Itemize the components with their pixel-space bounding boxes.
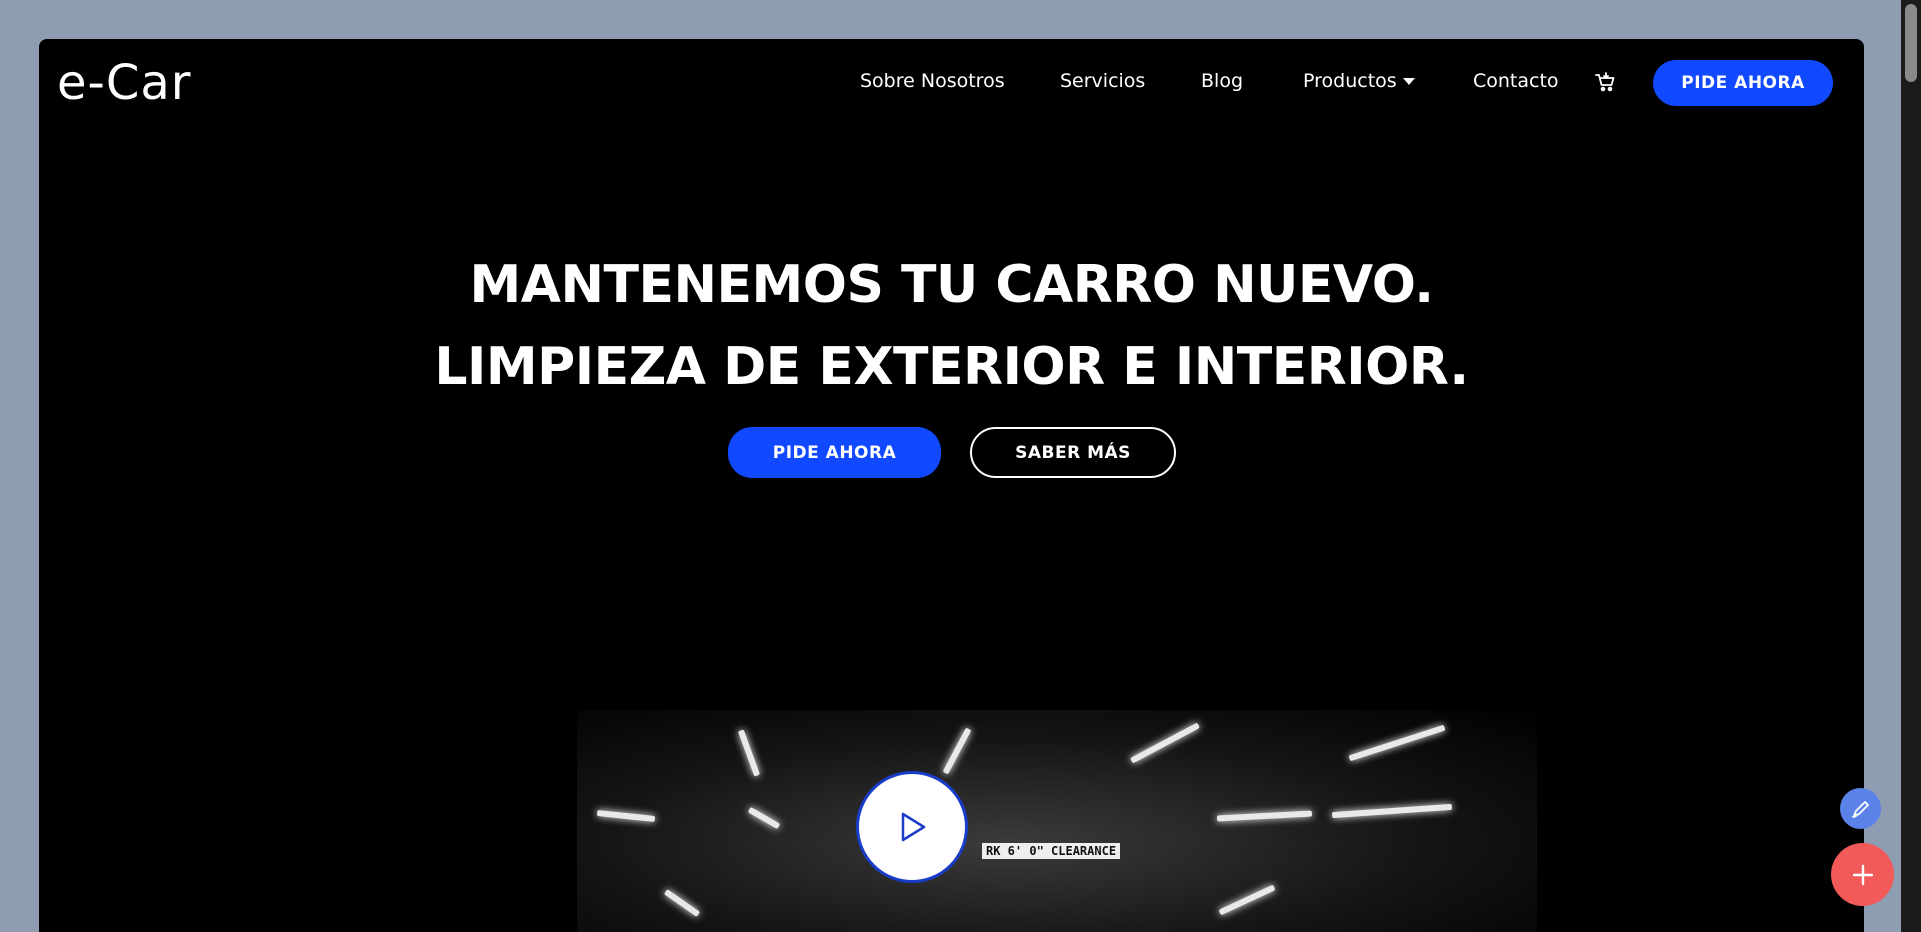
- edit-floating-button[interactable]: [1840, 788, 1881, 829]
- clearance-sign: RK 6' 0" CLEARANCE: [982, 843, 1121, 859]
- nav-link-productos[interactable]: Productos: [1303, 70, 1415, 92]
- scrollbar-thumb[interactable]: [1905, 4, 1917, 82]
- nav-link-blog[interactable]: Blog: [1201, 70, 1243, 92]
- nav-link-sobre-nosotros[interactable]: Sobre Nosotros: [860, 70, 1005, 92]
- play-icon: [901, 812, 926, 842]
- nav-link-servicios[interactable]: Servicios: [1060, 70, 1145, 92]
- site-logo[interactable]: e-Car: [57, 55, 192, 111]
- nav-order-now-button[interactable]: PIDE AHORA: [1653, 60, 1833, 106]
- page-scrollbar[interactable]: [1901, 0, 1921, 932]
- cart-icon[interactable]: [1594, 70, 1618, 94]
- hero-learn-more-button[interactable]: SABER MÁS: [970, 427, 1176, 478]
- ceiling-light: [1331, 803, 1453, 819]
- hero-order-now-button[interactable]: PIDE AHORA: [728, 427, 941, 478]
- chevron-down-icon: [1402, 78, 1415, 85]
- plus-icon: [1852, 864, 1873, 885]
- ceiling-light: [942, 727, 972, 775]
- hero-headline-line-2: LIMPIEZA DE EXTERIOR E INTERIOR.: [434, 337, 1469, 397]
- site-frame: e-Car Sobre Nosotros Servicios Blog Prod…: [39, 39, 1864, 932]
- ceiling-light: [1348, 724, 1446, 762]
- pencil-icon: [1851, 800, 1869, 818]
- ceiling-light: [663, 889, 701, 917]
- ceiling-light: [1216, 810, 1313, 822]
- add-floating-button[interactable]: [1831, 843, 1894, 906]
- hero-headline-line-1: MANTENEMOS TU CARRO NUEVO.: [469, 255, 1434, 315]
- ceiling-light: [1218, 884, 1276, 916]
- ceiling-light: [1130, 722, 1200, 764]
- ceiling-light: [596, 809, 656, 823]
- play-video-button[interactable]: [856, 771, 968, 883]
- ceiling-light: [747, 806, 781, 830]
- top-navbar: e-Car Sobre Nosotros Servicios Blog Prod…: [39, 39, 1864, 129]
- ceiling-light: [737, 729, 761, 777]
- parking-garage-image: RK 6' 0" CLEARANCE: [577, 710, 1537, 932]
- nav-link-contacto[interactable]: Contacto: [1473, 70, 1559, 92]
- nav-link-productos-label: Productos: [1303, 70, 1397, 92]
